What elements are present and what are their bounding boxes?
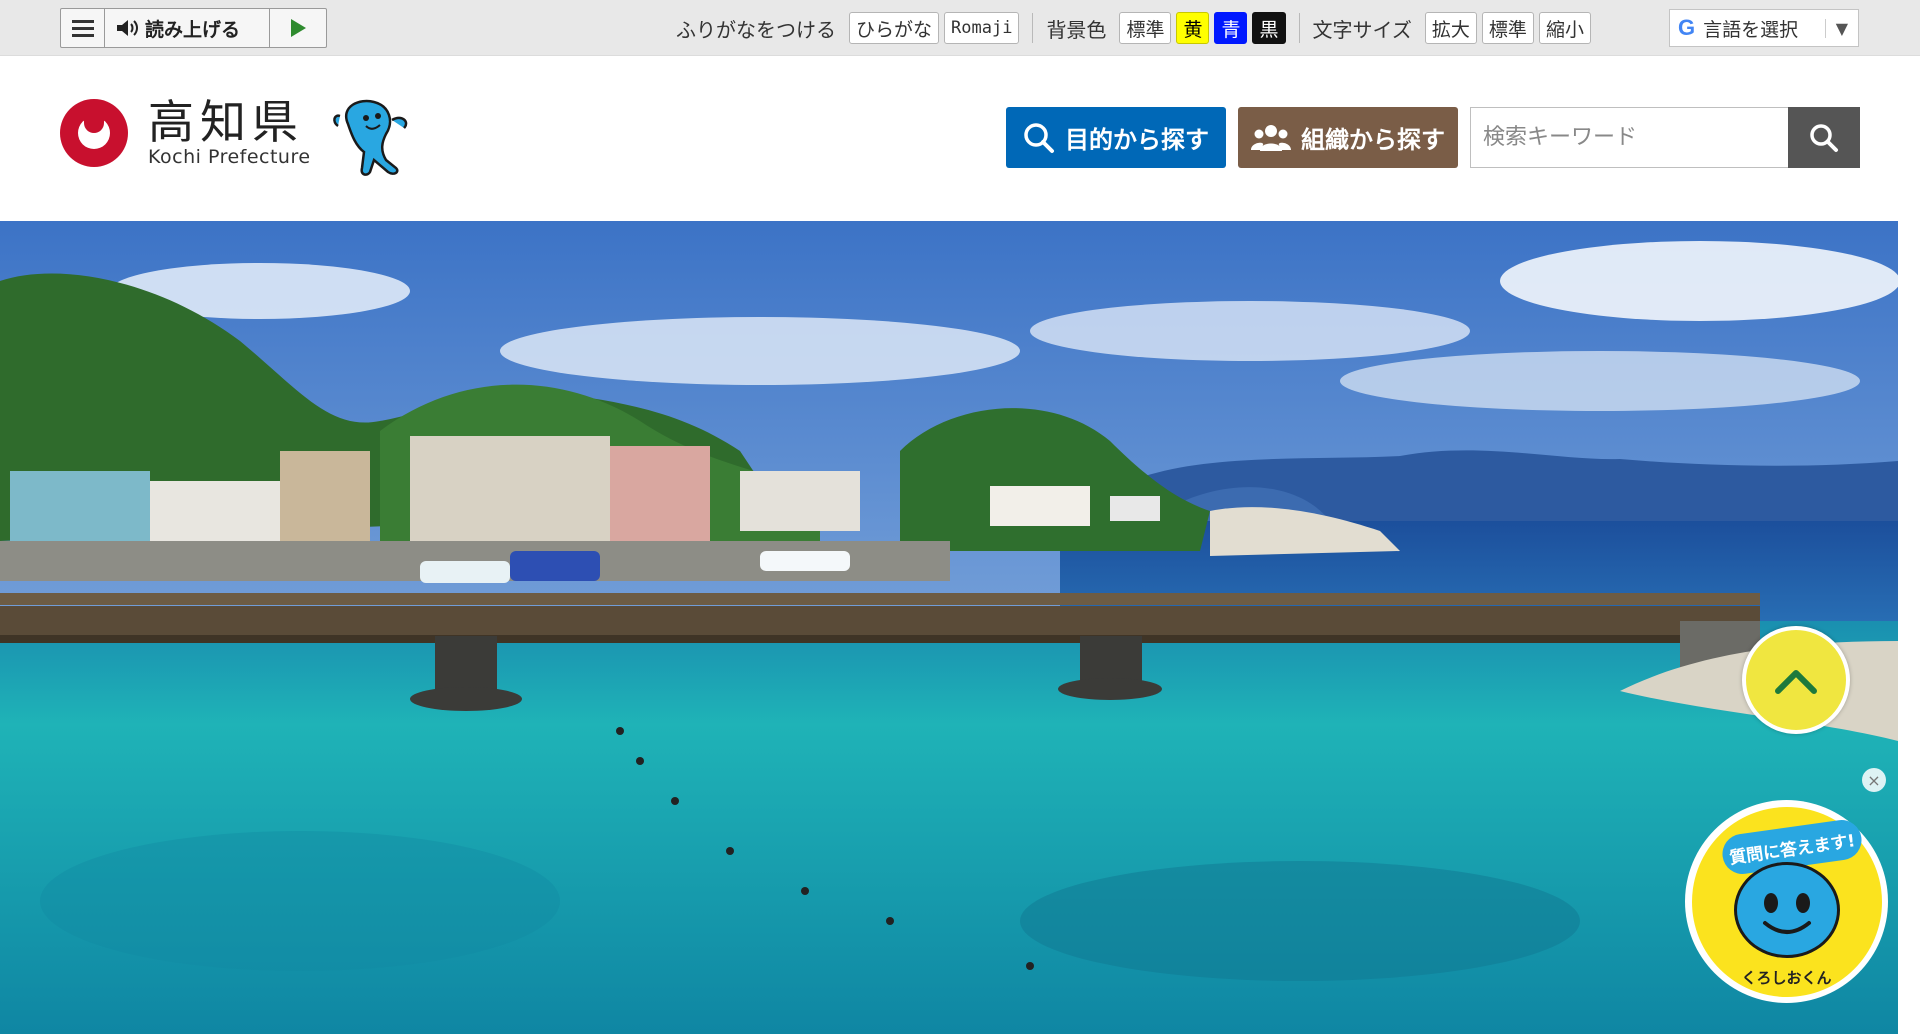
romaji-button[interactable]: Romaji: [944, 12, 1020, 44]
page-scrollbar[interactable]: [1898, 221, 1920, 1034]
chatbot-name: くろしおくん: [1741, 968, 1832, 987]
chevron-up-icon: [1775, 670, 1817, 694]
people-icon: [1251, 124, 1291, 151]
hero-photo: [0, 221, 1898, 1034]
font-enlarge-button[interactable]: 拡大: [1424, 12, 1477, 44]
site-search: [1470, 107, 1860, 168]
background-color-label: 背景色: [1046, 17, 1107, 42]
back-to-top-button[interactable]: [1742, 626, 1850, 734]
site-header: 高知県 Kochi Prefecture 目的から探す 組織から探す: [0, 56, 1920, 221]
font-standard-button[interactable]: 標準: [1481, 12, 1534, 44]
site-logo-link[interactable]: 高知県 Kochi Prefecture: [60, 98, 311, 168]
search-input[interactable]: [1470, 107, 1788, 168]
mascot-icon: [333, 99, 408, 176]
search-by-organization-label: 組織から探す: [1301, 126, 1445, 154]
magnifier-icon: [1024, 122, 1054, 153]
utility-bar: 読み上げる ふりがなをつける ひらがな Romaji 背景色 標準 黄 青 黒 …: [0, 0, 1920, 56]
play-button[interactable]: [270, 9, 326, 47]
google-g-icon: G: [1678, 15, 1696, 40]
font-size-label: 文字サイズ: [1312, 17, 1412, 42]
language-select-label: 言語を選択: [1703, 18, 1799, 41]
bg-standard-button[interactable]: 標準: [1119, 12, 1172, 44]
divider: [1298, 13, 1300, 43]
chatbot-close-button[interactable]: ×: [1862, 768, 1886, 792]
bg-black-button[interactable]: 黒: [1252, 12, 1286, 44]
read-aloud-button[interactable]: 読み上げる: [105, 9, 270, 47]
bg-yellow-button[interactable]: 黄: [1176, 12, 1210, 44]
font-shrink-button[interactable]: 縮小: [1538, 12, 1591, 44]
furigana-group: ふりがなをつける ひらがな Romaji 背景色 標準 黄 青 黒 文字サイズ …: [676, 11, 1591, 45]
bg-blue-button[interactable]: 青: [1214, 12, 1248, 44]
language-select[interactable]: G 言語を選択 ▼: [1669, 9, 1859, 47]
search-by-purpose-label: 目的から探す: [1065, 126, 1209, 154]
search-submit-button[interactable]: [1788, 107, 1860, 168]
speaker-icon: [117, 20, 138, 36]
hamburger-icon: [71, 18, 94, 39]
furigana-label: ふりがなをつける: [676, 17, 836, 42]
logo-subtitle: Kochi Prefecture: [148, 146, 311, 168]
hiragana-button[interactable]: ひらがな: [849, 12, 940, 44]
search-icon: [1810, 123, 1838, 152]
read-aloud-widget: 読み上げる: [60, 8, 327, 48]
play-icon: [290, 19, 306, 37]
search-by-organization-button[interactable]: 組織から探す: [1238, 107, 1458, 168]
read-aloud-label: 読み上げる: [145, 18, 241, 41]
hero-image: [0, 221, 1898, 1034]
chatbot-launcher[interactable]: 質問に答えます! くろしおくん: [1685, 800, 1888, 1003]
logo-title: 高知県: [148, 95, 304, 149]
divider: [1032, 13, 1034, 43]
chatbot-mascot-icon: [1733, 861, 1840, 958]
prefecture-emblem-icon: [60, 99, 128, 167]
reader-menu-button[interactable]: [61, 9, 105, 47]
search-by-purpose-button[interactable]: 目的から探す: [1006, 107, 1226, 168]
chevron-down-icon: ▼: [1824, 18, 1858, 38]
